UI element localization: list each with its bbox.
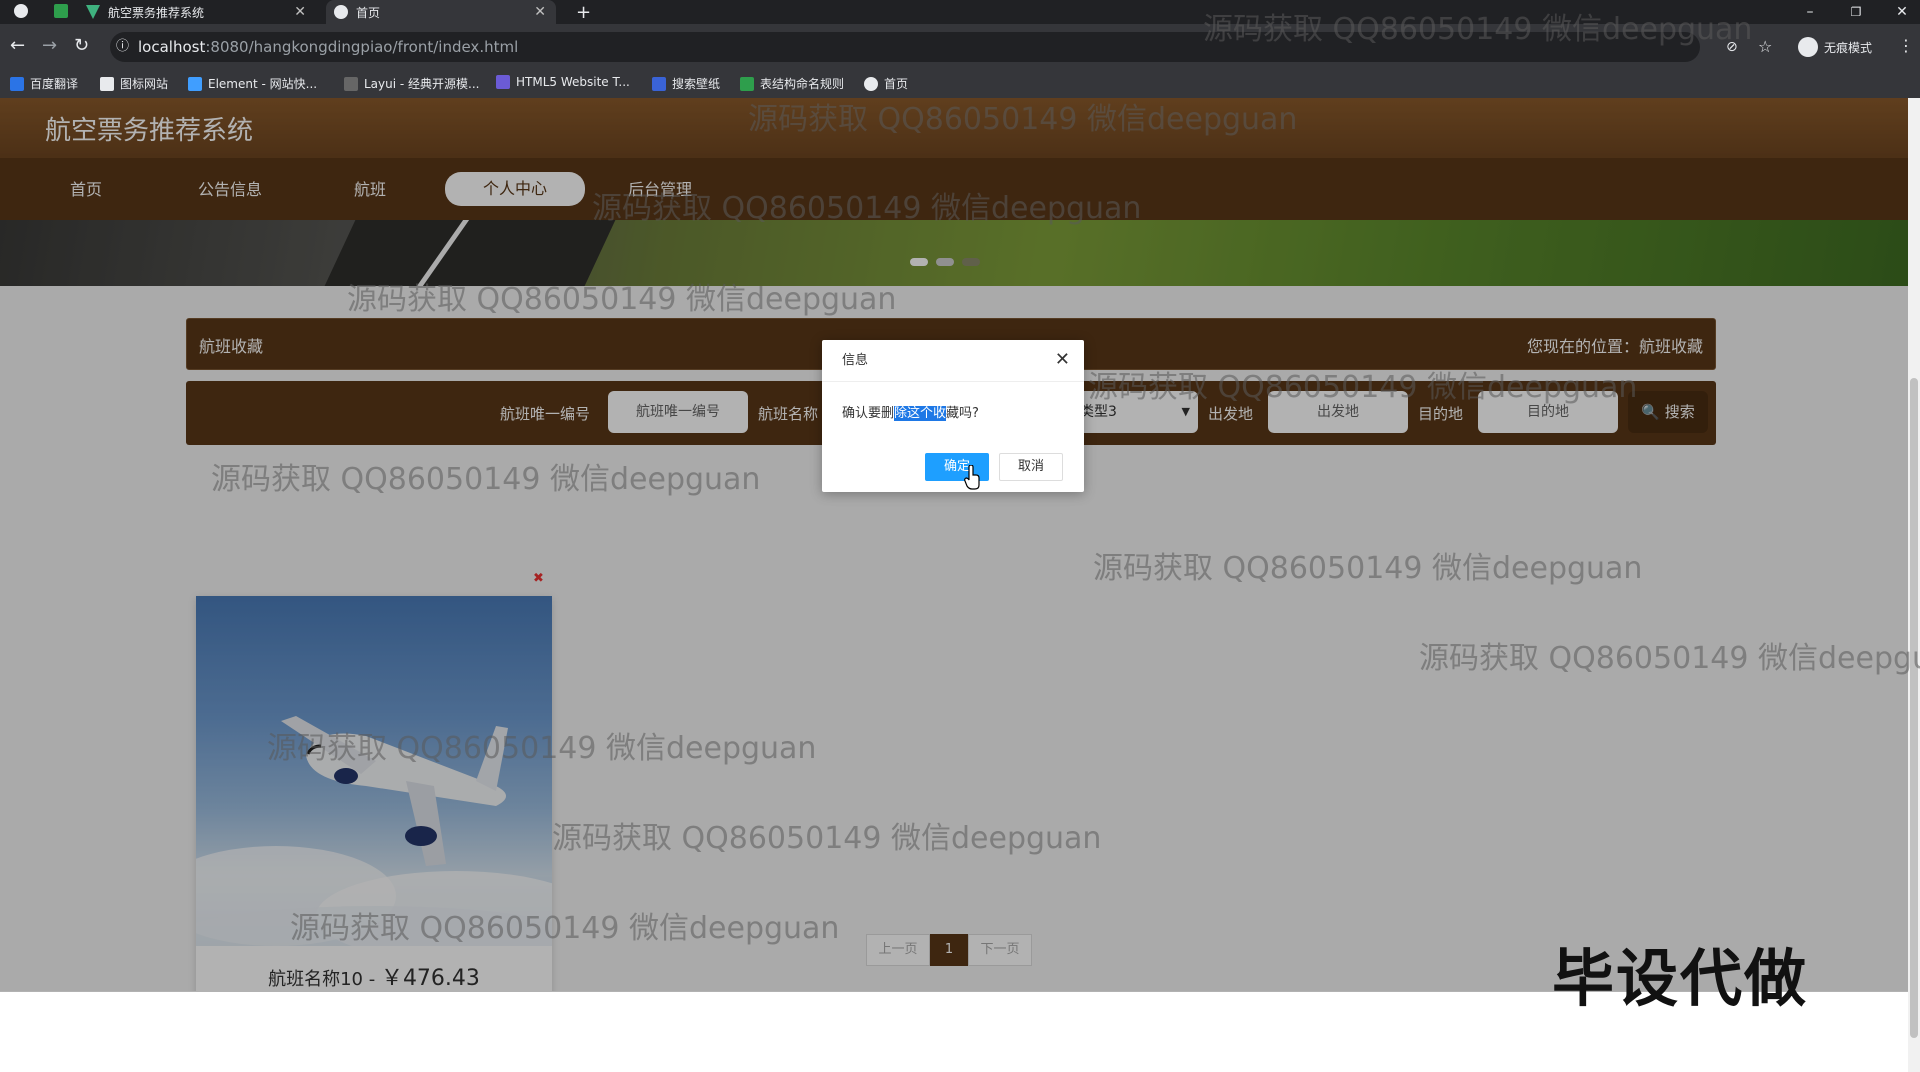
info-icon: ⓘ xyxy=(116,39,130,54)
incognito-icon xyxy=(1798,37,1818,57)
url-path: :8080/hangkongdingpiao/front/index.html xyxy=(205,38,519,56)
restore-button[interactable]: ❐ xyxy=(1840,0,1872,24)
browser-icon xyxy=(14,4,28,18)
forward-arrow-icon[interactable]: → xyxy=(42,36,57,56)
layui-icon xyxy=(344,76,358,91)
watermark: 源码获取 QQ86050149 微信deepgu xyxy=(1419,641,1920,676)
flag-icon xyxy=(100,76,114,91)
watermark: 源码获取 QQ86050149 微信deepguan xyxy=(290,911,840,946)
bookmark-item[interactable]: 搜索壁纸 xyxy=(652,75,720,92)
tab-close-icon[interactable]: ✕ xyxy=(534,4,546,20)
browser-tab-1[interactable]: 航空票务推荐系统 ✕ xyxy=(86,0,316,24)
corner-badge: 毕设代做 xyxy=(1552,942,1809,1015)
globe-icon xyxy=(334,5,348,19)
close-icon[interactable]: ✕ xyxy=(1055,350,1070,370)
url-host: localhost xyxy=(138,38,206,56)
watermark: 源码获取 QQ86050149 微信deepguan xyxy=(1203,12,1753,47)
profile-label: 无痕模式 xyxy=(1824,40,1873,55)
bookmark-item[interactable]: Layui - 经典开源模... xyxy=(344,75,479,92)
tab-title: 首页 xyxy=(356,5,381,20)
bookmark-item[interactable]: 图标网站 xyxy=(100,75,168,92)
cancel-button[interactable]: 取消 xyxy=(999,453,1063,481)
menu-icon[interactable]: ⋮ xyxy=(1898,36,1914,56)
minimize-button[interactable]: – xyxy=(1794,0,1826,24)
scrollbar-thumb[interactable] xyxy=(1910,378,1918,1038)
watermark: 源码获取 QQ86050149 微信deepguan xyxy=(1088,370,1638,405)
star-icon[interactable]: ☆ xyxy=(1758,37,1772,57)
wallpaper-icon xyxy=(652,76,666,91)
selected-text: 除这个收 xyxy=(894,406,947,421)
hand-cursor-icon xyxy=(964,465,980,490)
watermark: 源码获取 QQ86050149 微信deepguan xyxy=(592,191,1142,226)
watermark: 源码获取 QQ86050149 微信deepguan xyxy=(347,282,897,317)
sheet-icon xyxy=(740,76,754,91)
watermark: 源码获取 QQ86050149 微信deepguan xyxy=(211,462,761,497)
tab-close-icon[interactable]: ✕ xyxy=(294,4,306,20)
dialog-title: 信息 xyxy=(822,340,1084,382)
tab-title: 航空票务推荐系统 xyxy=(108,5,205,20)
html5-icon xyxy=(496,75,510,89)
bookmark-item[interactable]: 表结构命名规则 xyxy=(740,75,844,92)
watermark: 源码获取 QQ86050149 微信deepguan xyxy=(267,731,817,766)
app-icon xyxy=(54,4,68,18)
watermark: 源码获取 QQ86050149 微信deepguan xyxy=(552,821,1102,856)
globe-icon xyxy=(864,76,878,91)
new-tab-button[interactable]: + xyxy=(576,0,596,24)
dialog-message: 确认要删除这个收藏吗? xyxy=(842,406,979,421)
watermark: 源码获取 QQ86050149 微信deepguan xyxy=(748,102,1298,137)
bookmark-item[interactable]: 首页 xyxy=(864,75,908,92)
browser-tab-2[interactable]: 首页 ✕ xyxy=(326,0,556,24)
element-icon xyxy=(188,76,202,91)
confirm-dialog: 信息 ✕ 确认要删除这个收藏吗? 确定 取消 xyxy=(822,340,1084,492)
translate-icon xyxy=(10,76,24,91)
page-scrollbar[interactable] xyxy=(1908,98,1920,1072)
window-close-button[interactable]: ✕ xyxy=(1886,0,1918,24)
bookmark-item[interactable]: Element - 网站快... xyxy=(188,75,317,92)
bookmark-item[interactable]: HTML5 Website T... xyxy=(496,75,630,89)
incognito-profile[interactable]: 无痕模式 xyxy=(1798,35,1872,59)
watermark: 源码获取 QQ86050149 微信deepguan xyxy=(1093,551,1643,586)
reload-icon[interactable]: ↻ xyxy=(74,36,89,56)
bookmark-item[interactable]: 百度翻译 xyxy=(10,75,78,92)
vue-icon xyxy=(86,5,100,19)
back-arrow-icon[interactable]: ← xyxy=(10,36,25,56)
